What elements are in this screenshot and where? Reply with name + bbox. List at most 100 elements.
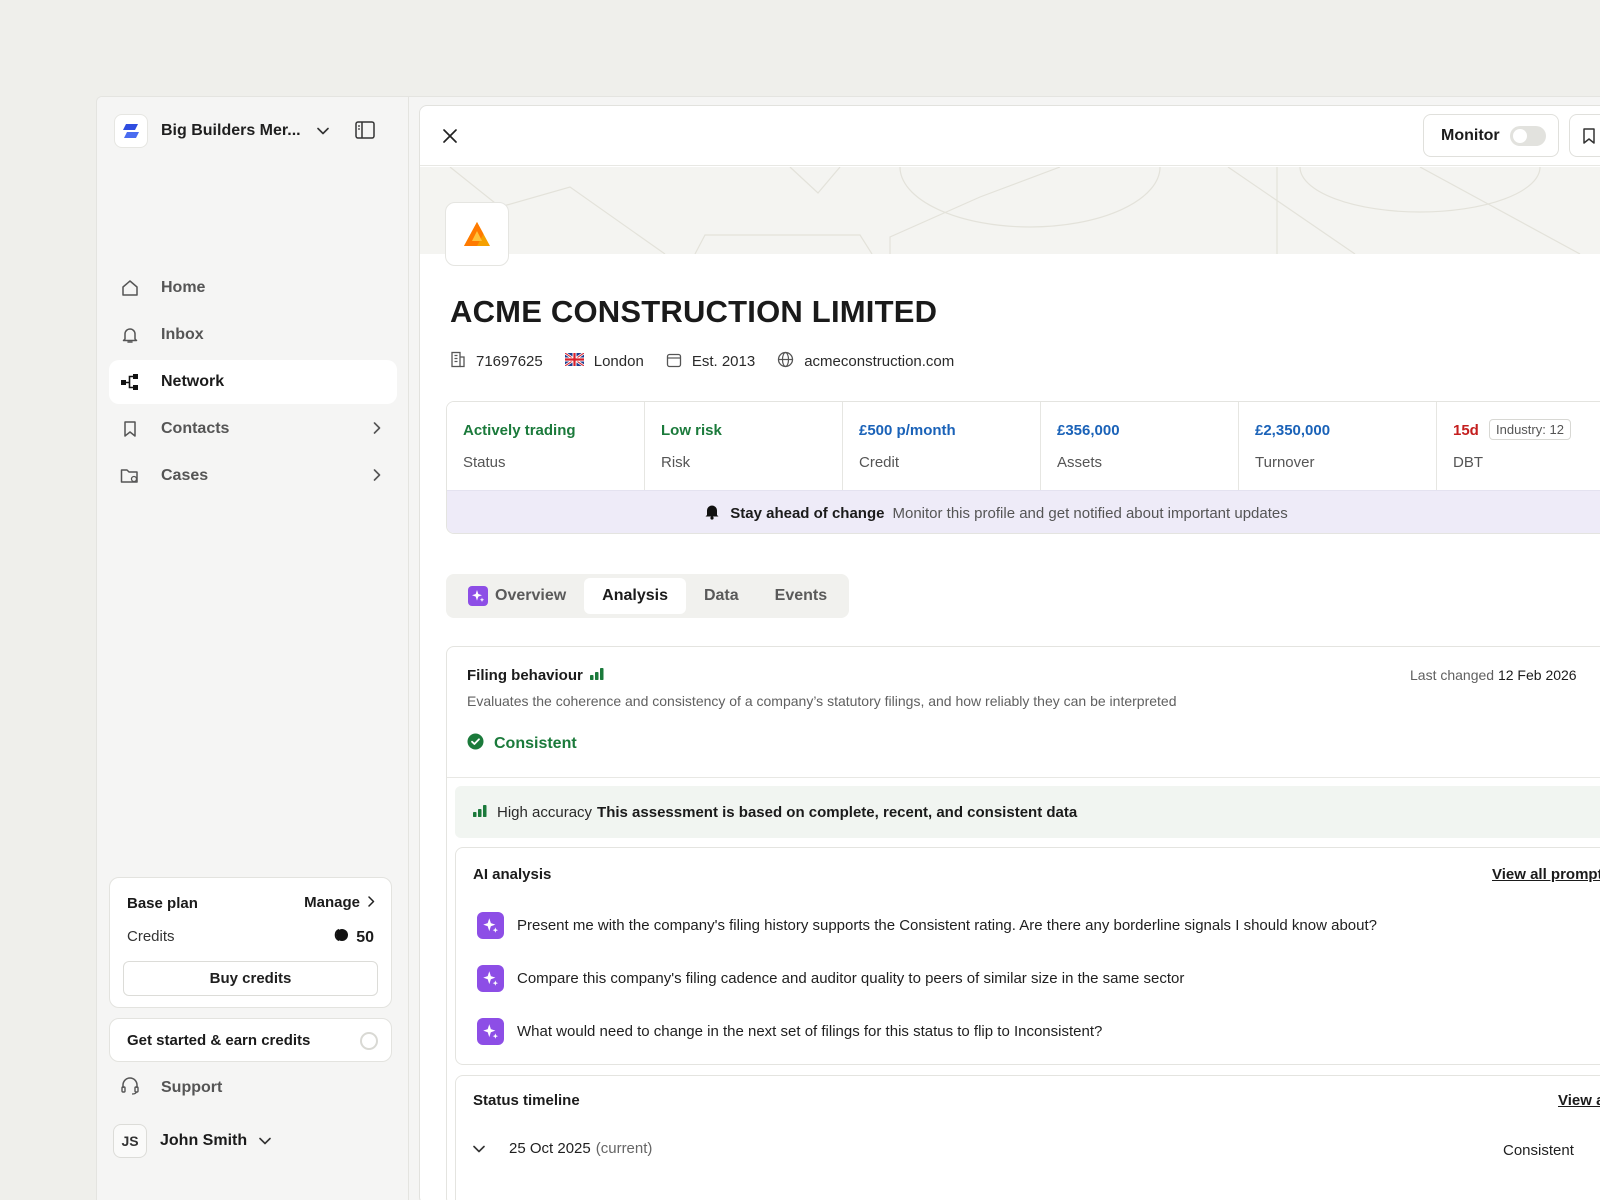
monitor-switch[interactable] (1510, 126, 1546, 146)
ai-prompt-text: Present me with the company's filing his… (517, 916, 1377, 934)
sidebar-item-support[interactable]: Support (120, 1070, 222, 1106)
chevron-down-icon (259, 1132, 271, 1150)
banner-pattern (449, 166, 1581, 255)
support-label: Support (161, 1079, 223, 1096)
company-established: Est. 2013 (666, 352, 755, 372)
stat-label: Turnover (1255, 454, 1315, 471)
ai-prompt-text: What would need to change in the next se… (517, 1022, 1103, 1040)
timeline-title: Status timeline (473, 1092, 580, 1109)
buy-credits-button[interactable]: Buy credits (123, 961, 378, 996)
stat-value: Actively trading (463, 422, 576, 439)
company-profile-panel: Monitor ACME CONSTRUCTION LIMITED 716976… (419, 105, 1600, 1200)
tab-data[interactable]: Data (686, 578, 757, 614)
status-timeline: Status timeline View all 25 Oct 2025 (cu… (455, 1075, 1600, 1200)
company-website[interactable]: acmeconstruction.com (777, 351, 954, 372)
stat-value: Low risk (661, 422, 722, 439)
sidebar-item-network[interactable]: Network (109, 360, 397, 404)
home-icon (120, 278, 140, 298)
sparkle-icon (477, 964, 504, 992)
chevron-right-icon (373, 421, 381, 439)
plan-card: Base plan Manage Credits 50 Buy credits (109, 877, 392, 1008)
org-switcher[interactable]: Big Builders Mer... (114, 114, 329, 148)
panel-topbar: Monitor (420, 106, 1600, 166)
stat-label: Credit (859, 454, 900, 471)
monitor-label: Monitor (1441, 126, 1500, 144)
chevron-right-icon (373, 468, 381, 486)
app-window: Big Builders Mer... Home Inbox Network C… (96, 96, 1600, 1200)
ai-analysis-title: AI analysis (473, 866, 552, 883)
close-icon[interactable] (442, 128, 458, 144)
sidebar-item-label: Cases (161, 467, 209, 484)
credits-balance: 50 (333, 927, 374, 948)
sidebar-item-contacts[interactable]: Contacts (109, 407, 397, 451)
stat-value: £2,350,000 (1255, 422, 1331, 439)
sparkle-icon (477, 911, 504, 939)
timeline-note: (current) (595, 1140, 653, 1157)
accuracy-notice: High accuracy This assessment is based o… (455, 786, 1600, 838)
bookmark-button[interactable] (1569, 114, 1600, 157)
established-value: Est. 2013 (691, 353, 756, 370)
stat-assets: £356,000 Assets (1041, 402, 1239, 490)
last-changed-value: 12 Feb 2026 (1497, 667, 1577, 683)
ai-prompt-text: Compare this company's filing cadence an… (517, 969, 1185, 987)
bell-icon (120, 325, 140, 345)
stat-value: 15d (1453, 422, 1479, 439)
sidebar-item-home[interactable]: Home (109, 266, 397, 310)
ai-prompt[interactable]: Present me with the company's filing his… (477, 911, 1377, 939)
folder-icon (120, 466, 140, 486)
coin-icon (333, 927, 349, 948)
signal-bars-icon (473, 804, 487, 821)
stat-value: £356,000 (1057, 422, 1120, 439)
ai-prompt[interactable]: Compare this company's filing cadence an… (477, 964, 1184, 992)
bookmark-icon (120, 419, 140, 439)
company-name: ACME CONSTRUCTION LIMITED (450, 294, 938, 329)
get-started-card[interactable]: Get started & earn credits (109, 1018, 392, 1062)
manage-plan-link[interactable]: Manage (304, 894, 375, 911)
switch-knob (1513, 129, 1527, 143)
company-number: 71697625 (450, 351, 543, 372)
get-started-label: Get started & earn credits (127, 1031, 311, 1049)
stats-row: Actively trading Status Low risk Risk £5… (447, 402, 1600, 490)
tab-overview[interactable]: Overview (450, 578, 584, 614)
signal-bars-icon (589, 667, 604, 684)
stat-label: Risk (661, 454, 691, 471)
avatar: JS (113, 1124, 147, 1158)
org-name: Big Builders Mer... (161, 122, 301, 139)
tab-events[interactable]: Events (757, 578, 845, 614)
accuracy-label: High accuracy (497, 803, 593, 821)
sidebar-item-label: Network (161, 373, 225, 390)
tab-analysis[interactable]: Analysis (584, 578, 686, 614)
monitor-toggle-button[interactable]: Monitor (1423, 114, 1559, 157)
ai-prompt[interactable]: What would need to change in the next se… (477, 1017, 1102, 1045)
user-menu[interactable]: JS John Smith (113, 1124, 271, 1158)
key-stats: Actively trading Status Low risk Risk £5… (446, 401, 1600, 534)
industry-badge: Industry: 12 (1489, 419, 1571, 440)
sidebar-nav: Home Inbox Network Contacts Cases (109, 266, 397, 501)
timeline-date: 25 Oct 2025 (509, 1140, 591, 1157)
monitor-promo-banner[interactable]: Stay ahead of change Monitor this profil… (447, 490, 1600, 533)
ai-analysis-section: AI analysis View all prompts Present me … (455, 847, 1600, 1065)
sidebar-item-inbox[interactable]: Inbox (109, 313, 397, 357)
sidebar-item-cases[interactable]: Cases (109, 454, 397, 498)
stat-label: Status (463, 454, 506, 471)
tab-label: Overview (495, 587, 567, 604)
sparkle-icon (477, 1017, 504, 1045)
timeline-view-all-link[interactable]: View all (1558, 1092, 1600, 1109)
card-description: Evaluates the coherence and consistency … (467, 693, 1177, 709)
website-value[interactable]: acmeconstruction.com (804, 353, 954, 370)
timeline-row[interactable]: 25 Oct 2025 (current) (473, 1140, 652, 1157)
view-all-prompts-link[interactable]: View all prompts (1492, 866, 1600, 883)
uk-flag-icon (564, 351, 585, 370)
card-title-text: Filing behaviour (467, 667, 583, 684)
user-name: John Smith (160, 1132, 248, 1149)
sidebar-item-label: Inbox (161, 326, 204, 343)
chevron-down-icon (473, 1140, 485, 1157)
company-number-value: 71697625 (476, 353, 543, 370)
manage-label: Manage (304, 894, 360, 911)
credits-label: Credits (127, 928, 175, 945)
sidebar-toggle-icon[interactable] (355, 121, 375, 144)
company-meta: 71697625 London Est. 2013 acmeconstructi… (450, 351, 976, 372)
bell-icon (704, 503, 720, 524)
calendar-icon (666, 352, 682, 372)
stat-dbt: 15d Industry: 12 DBT (1437, 402, 1600, 490)
